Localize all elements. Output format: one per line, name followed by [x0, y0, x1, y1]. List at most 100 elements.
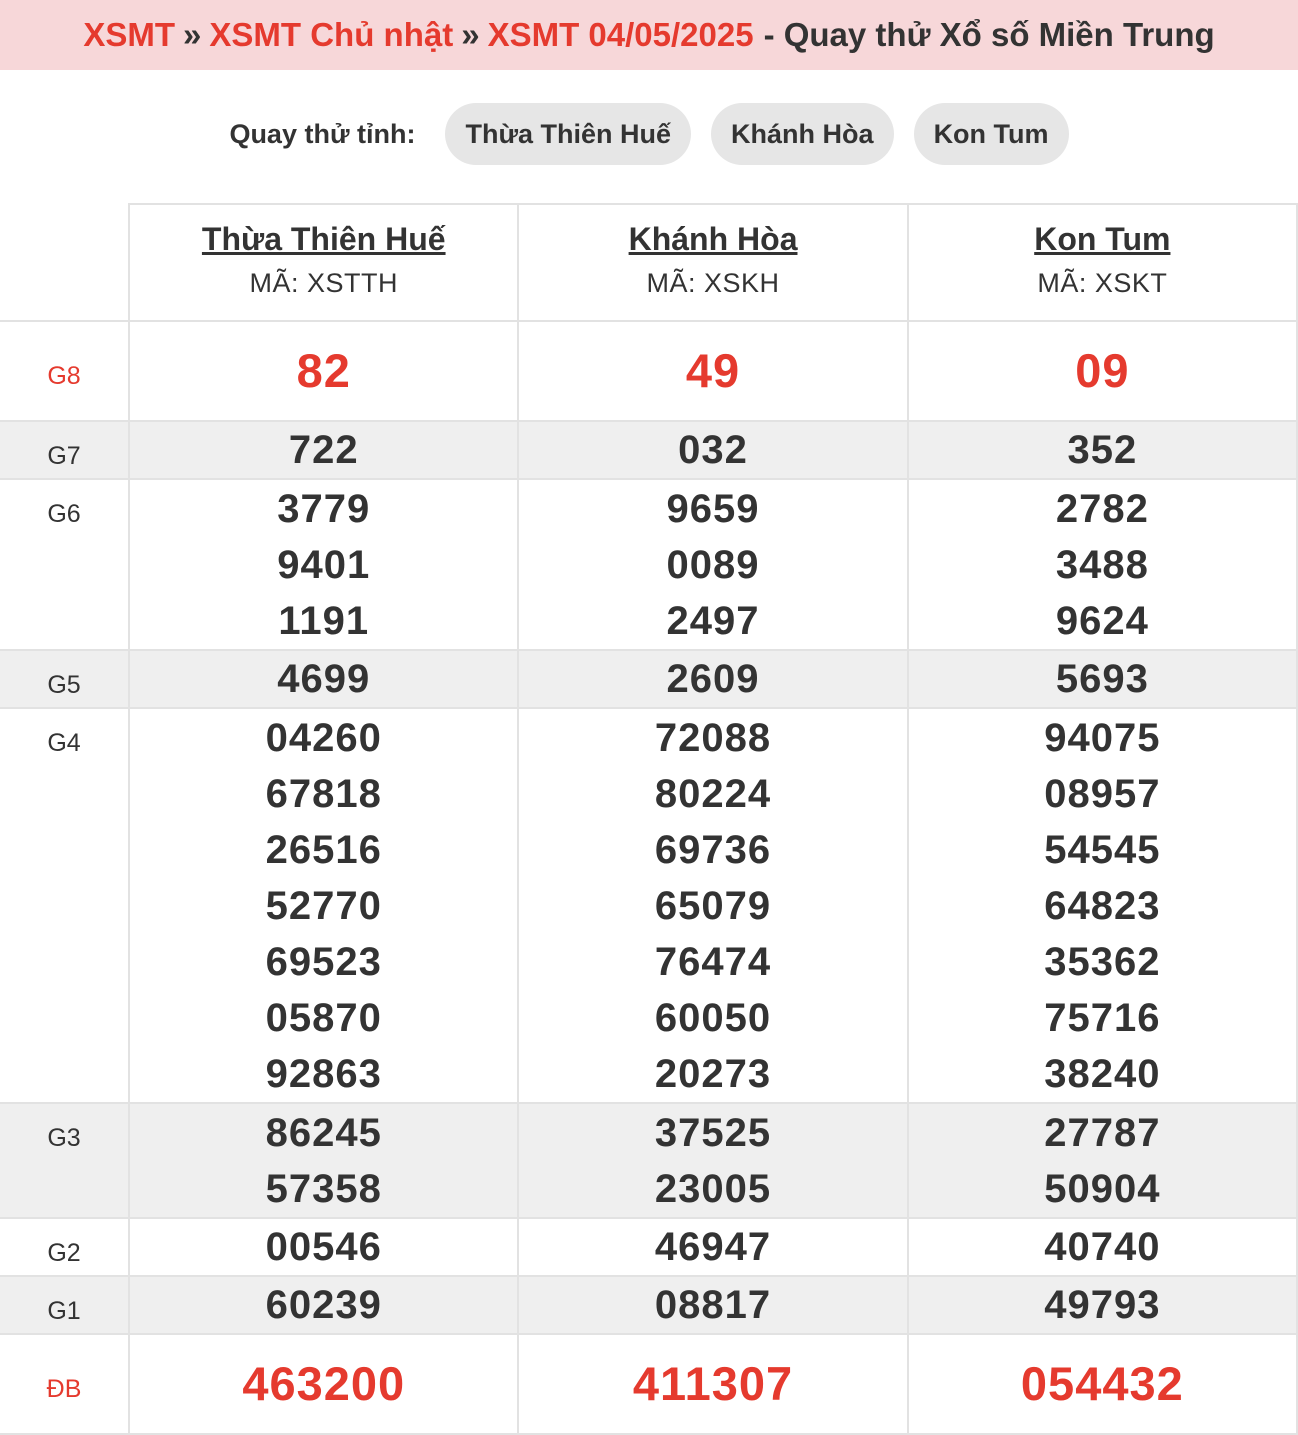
- prize-number: 54545: [1044, 828, 1161, 872]
- prize-number: 46947: [654, 1225, 772, 1269]
- prize-number: 463200: [242, 1357, 406, 1410]
- prize-number: 76474: [654, 940, 772, 984]
- prize-label: G4: [0, 707, 131, 1104]
- table-header-row: Thừa Thiên Huế MÃ: XSTTH Khánh Hòa MÃ: X…: [0, 203, 1298, 322]
- prize-row-special: ĐB 463200 411307 054432: [0, 1333, 1298, 1435]
- prize-label: G8: [0, 320, 131, 422]
- prize-cell: 82: [128, 320, 520, 422]
- prize-cell: 04260 67818 26516 52770 69523 05870 9286…: [128, 707, 520, 1104]
- prize-number: 411307: [632, 1357, 794, 1410]
- prize-number: 35362: [1044, 940, 1161, 984]
- prize-label: G6: [0, 478, 131, 651]
- prize-number: 50904: [1044, 1167, 1161, 1211]
- prize-row-g2: G2 00546 46947 40740: [0, 1217, 1298, 1277]
- filter-pill-khanh-hoa[interactable]: Khánh Hòa: [711, 103, 894, 165]
- prize-number: 57358: [265, 1167, 382, 1211]
- prize-cell: 2782 3488 9624: [906, 478, 1298, 651]
- prize-cell: 40740: [906, 1217, 1298, 1277]
- header-province: Kon Tum MÃ: XSKT: [906, 203, 1298, 322]
- prize-number: 9401: [277, 543, 371, 587]
- prize-number: 94075: [1044, 716, 1161, 760]
- province-link-khanh-hoa[interactable]: Khánh Hòa: [629, 221, 798, 258]
- prize-number: 75716: [1044, 996, 1161, 1040]
- prize-number: 2782: [1055, 487, 1149, 531]
- province-code: MÃ: XSTTH: [249, 268, 398, 298]
- prize-cell: 49: [517, 320, 909, 422]
- header-province: Khánh Hòa MÃ: XSKH: [517, 203, 909, 322]
- prize-row-g8: G8 82 49 09: [0, 320, 1298, 422]
- prize-number: 2497: [666, 599, 760, 643]
- breadcrumb-separator-icon: »: [183, 16, 202, 53]
- prize-number: 23005: [654, 1167, 772, 1211]
- prize-number: 3779: [277, 487, 371, 531]
- prize-row-g4: G4 04260 67818 26516 52770 69523 05870 9…: [0, 707, 1298, 1104]
- breadcrumb-link-xsmt[interactable]: XSMT: [83, 16, 175, 54]
- prize-number: 40740: [1044, 1225, 1161, 1269]
- prize-number: 054432: [1020, 1357, 1184, 1410]
- prize-number: 4699: [277, 657, 371, 701]
- prize-number: 92863: [265, 1052, 382, 1096]
- filter-pill-kon-tum[interactable]: Kon Tum: [913, 103, 1069, 165]
- prize-label: G5: [0, 649, 131, 709]
- prize-label: G3: [0, 1102, 131, 1219]
- prize-number: 64823: [1044, 884, 1161, 928]
- prize-cell: 463200: [128, 1333, 520, 1435]
- province-code: MÃ: XSKH: [646, 268, 780, 298]
- breadcrumb-separator-icon: »: [461, 16, 480, 53]
- prize-label: G2: [0, 1217, 131, 1277]
- prize-cell: 032: [517, 420, 909, 480]
- province-code: MÃ: XSKT: [1037, 268, 1168, 298]
- prize-number: 65079: [654, 884, 772, 928]
- prize-number: 49793: [1044, 1283, 1161, 1327]
- prize-number: 032: [678, 428, 748, 472]
- province-link-kon-tum[interactable]: Kon Tum: [1034, 221, 1170, 258]
- prize-number: 69523: [265, 940, 382, 984]
- prize-cell: 37525 23005: [517, 1102, 909, 1219]
- prize-row-g3: G3 86245 57358 37525 23005 27787 50904: [0, 1102, 1298, 1219]
- prize-cell: 352: [906, 420, 1298, 480]
- prize-number: 82: [296, 344, 351, 397]
- prize-cell: 3779 9401 1191: [128, 478, 520, 651]
- prize-number: 52770: [265, 884, 382, 928]
- prize-number: 69736: [654, 828, 772, 872]
- prize-number: 38240: [1044, 1052, 1161, 1096]
- prize-number: 20273: [654, 1052, 772, 1096]
- prize-label: G1: [0, 1275, 131, 1335]
- prize-number: 1191: [278, 599, 370, 643]
- province-link-thua-thien-hue[interactable]: Thừa Thiên Huế: [202, 221, 446, 258]
- prize-number: 49: [685, 344, 741, 397]
- prize-number: 60050: [654, 996, 772, 1040]
- prize-number: 08817: [654, 1283, 772, 1327]
- prize-cell: 72088 80224 69736 65079 76474 60050 2027…: [517, 707, 909, 1104]
- prize-number: 60239: [265, 1283, 382, 1327]
- province-filter: Quay thử tỉnh: Thừa Thiên Huế Khánh Hòa …: [0, 70, 1298, 202]
- prize-number: 9659: [666, 487, 760, 531]
- prize-row-g7: G7 722 032 352: [0, 420, 1298, 480]
- page-title-suffix: - Quay thử Xổ số Miền Trung: [763, 16, 1215, 53]
- prize-row-g5: G5 4699 2609 5693: [0, 649, 1298, 709]
- prize-cell: 46947: [517, 1217, 909, 1277]
- prize-number: 3488: [1055, 543, 1149, 587]
- breadcrumb-link-sunday[interactable]: XSMT Chủ nhật: [209, 16, 453, 54]
- prize-number: 67818: [265, 772, 382, 816]
- prize-cell: 08817: [517, 1275, 909, 1335]
- prize-number: 352: [1067, 428, 1138, 472]
- prize-number: 722: [288, 428, 359, 472]
- breadcrumb-link-date[interactable]: XSMT 04/05/2025: [488, 16, 754, 54]
- prize-number: 27787: [1044, 1111, 1161, 1155]
- prize-cell: 722: [128, 420, 520, 480]
- prize-label: ĐB: [0, 1333, 131, 1435]
- prize-number: 04260: [265, 716, 382, 760]
- prize-cell: 411307: [517, 1333, 909, 1435]
- prize-label: G7: [0, 420, 131, 480]
- filter-label: Quay thử tỉnh:: [229, 118, 416, 149]
- prize-number: 86245: [265, 1111, 382, 1155]
- prize-number: 2609: [666, 657, 760, 701]
- prize-cell: 09: [906, 320, 1298, 422]
- prize-number: 05870: [265, 996, 382, 1040]
- prize-row-g1: G1 60239 08817 49793: [0, 1275, 1298, 1335]
- prize-number: 26516: [265, 828, 382, 872]
- prize-row-g6: G6 3779 9401 1191 9659 0089 2497 2782 34…: [0, 478, 1298, 651]
- prize-cell: 94075 08957 54545 64823 35362 75716 3824…: [906, 707, 1298, 1104]
- filter-pill-thua-thien-hue[interactable]: Thừa Thiên Huế: [445, 103, 692, 165]
